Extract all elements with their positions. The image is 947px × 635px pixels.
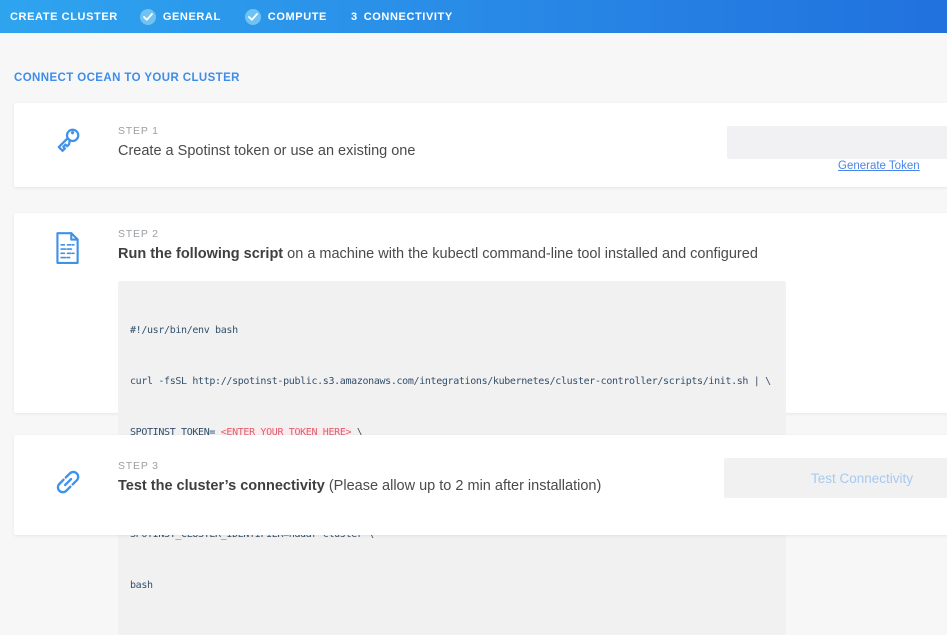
check-icon bbox=[140, 9, 156, 25]
step2-card: STEP 2 Run the following script on a mac… bbox=[14, 213, 947, 413]
step2-title-rest: on a machine with the kubectl command-li… bbox=[283, 246, 758, 262]
key-icon bbox=[50, 123, 82, 187]
tab-connectivity[interactable]: 3 CONNECTIVITY bbox=[351, 11, 453, 23]
step3-card: STEP 3 Test the cluster’s connectivity (… bbox=[14, 435, 947, 535]
create-cluster-title: CREATE CLUSTER bbox=[10, 11, 118, 23]
code-line-6: bash bbox=[130, 577, 774, 594]
step2-label: STEP 2 bbox=[118, 228, 786, 240]
step2-title-bold: Run the following script bbox=[118, 246, 283, 262]
step3-label: STEP 3 bbox=[118, 460, 601, 472]
code-line-1: #!/usr/bin/env bash bbox=[130, 322, 774, 339]
test-connectivity-button[interactable]: Test Connectivity bbox=[724, 458, 947, 498]
tab-compute[interactable]: COMPUTE bbox=[245, 9, 327, 25]
token-input[interactable] bbox=[727, 126, 947, 159]
tab-connectivity-number: 3 bbox=[351, 11, 358, 23]
wizard-navbar: CREATE CLUSTER GENERAL COMPUTE 3 CONNECT… bbox=[0, 0, 947, 33]
tab-general-label: GENERAL bbox=[163, 11, 221, 23]
check-icon bbox=[245, 9, 261, 25]
step1-card: STEP 1 Create a Spotinst token or use an… bbox=[14, 103, 947, 187]
step2-title: Run the following script on a machine wi… bbox=[118, 246, 786, 262]
tab-compute-label: COMPUTE bbox=[268, 11, 327, 23]
step3-title-bold: Test the cluster’s connectivity bbox=[118, 478, 325, 494]
generate-token-link[interactable]: Generate Token bbox=[838, 160, 920, 172]
code-line-2: curl -fsSL http://spotinst-public.s3.ama… bbox=[130, 373, 774, 390]
step1-title: Create a Spotinst token or use an existi… bbox=[118, 143, 415, 159]
step1-label: STEP 1 bbox=[118, 125, 415, 137]
step3-title-rest: (Please allow up to 2 min after installa… bbox=[325, 478, 601, 494]
script-document-icon bbox=[50, 228, 82, 413]
chain-link-icon bbox=[50, 464, 82, 535]
page-title: CONNECT OCEAN TO YOUR CLUSTER bbox=[14, 72, 240, 84]
step3-title: Test the cluster’s connectivity (Please … bbox=[118, 478, 601, 494]
tab-connectivity-label: CONNECTIVITY bbox=[364, 11, 453, 23]
tab-general[interactable]: GENERAL bbox=[140, 9, 221, 25]
